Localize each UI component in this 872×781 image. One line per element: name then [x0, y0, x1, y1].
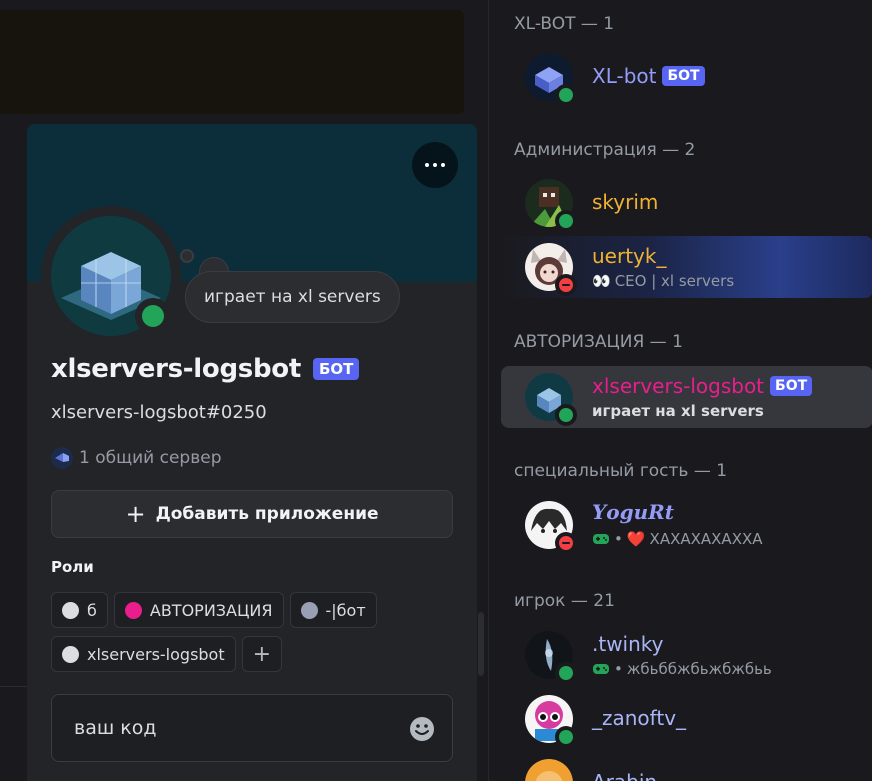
member-item[interactable]: 𝒀𝒐𝒈𝒖𝑹𝒕 • ❤️ ХАХАХАХАХХА	[501, 494, 872, 556]
member-custom-status: 👀 CEO | xl servers	[592, 272, 734, 290]
member-name: xlservers-logsbot	[592, 374, 765, 398]
member-name: 𝒀𝒐𝒈𝒖𝑹𝒕	[592, 500, 675, 524]
role-color-dot	[300, 601, 318, 619]
member-activity: играет на xl servers	[592, 402, 764, 420]
dnd-status-indicator	[555, 532, 577, 554]
message-input-value: ваш код	[74, 717, 157, 739]
member-item[interactable]: _zanoftv_	[501, 688, 872, 750]
activity-bubble: играет на xl servers	[185, 271, 400, 323]
member-name-row: XL-bot БОТ	[592, 64, 705, 88]
role-chip[interactable]: -|бот	[289, 592, 377, 628]
name-row: xlservers-logsbot БОТ	[51, 354, 360, 384]
message-input[interactable]: ваш код	[51, 694, 453, 762]
gamepad-icon	[593, 534, 609, 544]
member-item[interactable]: uertyk_ 👀 CEO | xl servers	[501, 236, 872, 298]
online-status-indicator	[555, 662, 577, 684]
member-custom-status: • жбьббжбьжбжбьь	[592, 660, 772, 678]
eyes-emoji: 👀	[592, 272, 611, 290]
online-status-indicator	[135, 298, 171, 334]
avatar	[525, 759, 573, 781]
role-name: -|бот	[325, 600, 366, 620]
role-color-dot	[62, 601, 79, 619]
add-app-button[interactable]: + Добавить приложение	[51, 490, 453, 538]
role-chip[interactable]: б	[51, 592, 108, 628]
mutual-servers[interactable]: 1 общий сервер	[51, 447, 221, 469]
member-name-row: uertyk_	[592, 244, 666, 268]
dot-icon	[441, 163, 445, 167]
role-name: АВТОРИЗАЦИЯ	[149, 600, 273, 620]
dnd-status-indicator	[555, 274, 577, 296]
online-status-indicator	[555, 84, 577, 106]
profile-popout: играет на xl servers xlservers-logsbot Б…	[27, 124, 477, 781]
add-role-button[interactable]: +	[241, 636, 283, 672]
heart-emoji: ❤️	[626, 530, 646, 548]
member-item[interactable]: skyrim	[501, 172, 872, 234]
online-status-indicator	[555, 726, 577, 748]
member-name-row: .twinky	[592, 632, 664, 656]
member-name: .twinky	[592, 632, 664, 656]
member-item[interactable]: XL-bot БОТ	[501, 46, 872, 108]
member-name: uertyk_	[592, 244, 667, 268]
dot-icon	[425, 163, 429, 167]
mutual-servers-label: 1 общий сервер	[79, 448, 222, 468]
emoji-picker-icon[interactable]	[408, 715, 436, 743]
role-name: xlservers-logsbot	[87, 644, 225, 664]
plus-icon: +	[125, 500, 146, 528]
separator: •	[614, 530, 623, 548]
role-color-dot	[124, 601, 142, 619]
bubble-tail-small	[180, 249, 194, 263]
roles-list: б АВТОРИЗАЦИЯ -|бот xlservers-logsbot +	[51, 592, 471, 672]
role-name: б	[87, 600, 97, 620]
custom-status-text: ХАХАХАХАХХА	[649, 530, 763, 548]
online-status-indicator	[555, 210, 577, 232]
member-group-title: специальный гость — 1	[514, 461, 728, 481]
member-name: Arabin	[592, 770, 657, 781]
gamepad-icon	[593, 664, 609, 674]
member-name: _zanoftv_	[592, 706, 687, 730]
member-name: XL-bot	[592, 64, 657, 88]
member-group-title: XL-BOT — 1	[514, 14, 615, 34]
separator: •	[614, 660, 623, 678]
custom-status-text: жбьббжбьжбжбьь	[626, 660, 772, 678]
online-status-indicator	[555, 404, 577, 426]
member-group-title: игрок — 21	[514, 591, 615, 611]
member-group-title: АВТОРИЗАЦИЯ — 1	[514, 332, 683, 352]
chat-scrollbar[interactable]	[478, 612, 484, 676]
bot-badge: БОТ	[770, 376, 813, 396]
member-group-title: Администрация — 2	[514, 140, 696, 160]
role-chip[interactable]: xlservers-logsbot	[51, 636, 236, 672]
add-app-label: Добавить приложение	[155, 504, 379, 524]
bot-badge: БОТ	[312, 358, 360, 380]
roles-title: Роли	[51, 558, 94, 576]
dot-icon	[433, 163, 437, 167]
member-name-row: xlservers-logsbot БОТ	[592, 374, 813, 398]
member-item[interactable]: .twinky • жбьббжбьжбжбьь	[501, 624, 872, 686]
member-name-row: Arabin	[592, 770, 657, 781]
member-item-selected[interactable]: xlservers-logsbot БОТ играет на xl serve…	[501, 366, 872, 428]
server-icon	[51, 447, 73, 469]
member-custom-status: • ❤️ ХАХАХАХАХХА	[592, 530, 763, 548]
chat-divider	[0, 686, 30, 687]
member-list: XL-BOT — 1 XL-bot БОТ Администрация — 2 …	[488, 0, 872, 781]
chat-message-strip	[0, 10, 464, 114]
member-name-row: _zanoftv_	[592, 706, 686, 730]
display-name: xlservers-logsbot	[51, 354, 301, 384]
member-name: skyrim	[592, 190, 659, 214]
member-name-row: 𝒀𝒐𝒈𝒖𝑹𝒕	[592, 500, 674, 524]
custom-status-text: CEO | xl servers	[614, 272, 735, 290]
member-name-row: skyrim	[592, 190, 658, 214]
more-options-button[interactable]	[412, 142, 458, 188]
bot-badge: БОТ	[662, 66, 705, 86]
member-item[interactable]: Arabin	[501, 752, 872, 781]
role-chip[interactable]: АВТОРИЗАЦИЯ	[113, 592, 284, 628]
role-color-dot	[62, 645, 79, 663]
username: xlservers-logsbot#0250	[51, 402, 267, 423]
